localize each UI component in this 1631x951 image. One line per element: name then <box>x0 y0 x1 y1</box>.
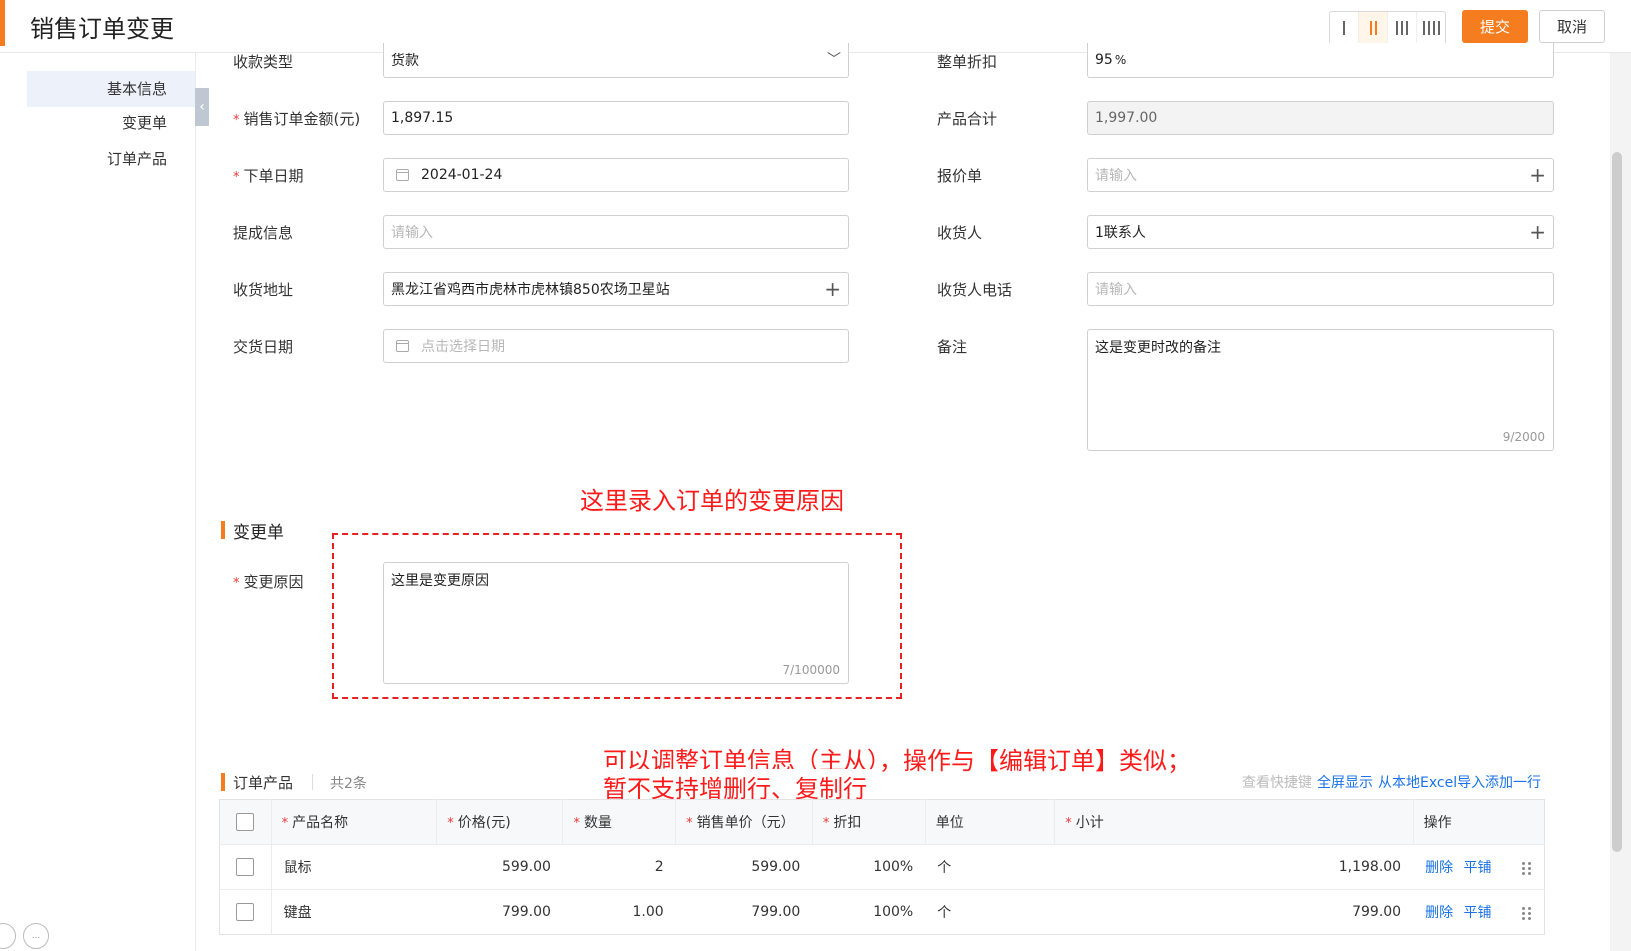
delete-row-link[interactable]: 删除 <box>1425 905 1453 921</box>
layout-4-column-button[interactable] <box>1417 12 1445 44</box>
layout-1-column-button[interactable] <box>1330 12 1359 44</box>
tile-row-link[interactable]: 平铺 <box>1464 905 1492 921</box>
consignee-input[interactable]: 1联系人 + <box>1087 215 1554 249</box>
unit-price-cell[interactable]: 599.00 <box>675 844 813 890</box>
order-amount-label: * 销售订单金额(元) <box>233 110 361 128</box>
consignee-phone-label: 收货人电话 <box>937 281 1013 299</box>
commission-input[interactable]: 请输入 <box>383 215 849 249</box>
consignee-label: 收货人 <box>937 224 983 242</box>
product-name-cell[interactable]: 鼠标 <box>271 844 437 890</box>
table-header-row: * 产品名称 * 价格(元) * 数量 * 销售单价（元） * 折扣 单位 * 小计 操作 <box>219 799 1545 845</box>
column-header: 单位 <box>935 815 964 831</box>
annotation-highlight-box <box>332 533 902 699</box>
column-header: 销售单价（元） <box>696 815 795 831</box>
unit-cell[interactable]: 个 <box>925 889 1055 935</box>
quantity-cell[interactable]: 2 <box>562 844 676 890</box>
more-options-button[interactable]: ... <box>23 923 49 949</box>
ship-address-input[interactable]: 黑龙江省鸡西市虎林市虎林镇850农场卫星站 + <box>383 272 849 306</box>
consignee-phone-input[interactable]: 请输入 <box>1087 272 1554 306</box>
sidebar-item-change-order[interactable]: 变更单 <box>27 105 195 141</box>
remark-textarea[interactable]: 这是变更时改的备注 9/2000 <box>1087 329 1554 451</box>
select-all-checkbox[interactable] <box>236 813 255 831</box>
scrollbar-thumb[interactable] <box>1612 152 1622 852</box>
remark-label: 备注 <box>937 338 968 356</box>
layout-3-column-button[interactable] <box>1388 12 1417 44</box>
subtotal-cell: 1,198.00 <box>1054 844 1414 890</box>
divider <box>312 774 313 790</box>
discount-input[interactable]: 95% <box>1087 43 1554 78</box>
cancel-button[interactable]: 取消 <box>1539 10 1605 43</box>
price-cell[interactable]: 799.00 <box>436 889 563 935</box>
column-header: 数量 <box>583 815 612 831</box>
delivery-date-label: 交货日期 <box>233 338 294 356</box>
delete-row-link[interactable]: 删除 <box>1425 860 1453 876</box>
calendar-icon <box>396 169 409 181</box>
add-row-link[interactable]: 添加一行 <box>1485 772 1541 792</box>
payment-type-value: 货款 <box>391 53 419 69</box>
column-header: 小计 <box>1075 815 1104 831</box>
column-header: 操作 <box>1423 815 1452 831</box>
discount-cell[interactable]: 100% <box>812 844 926 890</box>
sidebar-item-order-products[interactable]: 订单产品 <box>27 141 195 177</box>
fullscreen-link[interactable]: 全屏显示 <box>1317 772 1373 792</box>
submit-button[interactable]: 提交 <box>1462 10 1528 43</box>
excel-import-link[interactable]: 从本地Excel导入 <box>1378 772 1485 792</box>
calendar-icon <box>396 340 409 352</box>
payment-type-label: 收款类型 <box>233 53 294 71</box>
products-table: * 产品名称 * 价格(元) * 数量 * 销售单价（元） * 折扣 单位 * 小计 操作 … <box>219 799 1545 935</box>
products-count: 共2条 <box>330 776 367 792</box>
quantity-cell[interactable]: 1.00 <box>562 889 676 935</box>
product-name-cell[interactable]: 键盘 <box>271 889 437 935</box>
price-cell[interactable]: 599.00 <box>436 844 563 890</box>
layout-2-column-button[interactable] <box>1359 12 1388 44</box>
drag-handle-icon[interactable] <box>1522 861 1532 875</box>
delivery-date-picker[interactable]: 点击选择日期 <box>383 329 849 363</box>
chevron-down-icon: ﹀ <box>827 52 841 68</box>
add-icon[interactable]: + <box>824 279 841 299</box>
order-date-label: * 下单日期 <box>233 167 304 185</box>
chevron-left-icon: ‹ <box>199 99 205 115</box>
column-header: 产品名称 <box>292 815 349 831</box>
sidebar-collapse-button[interactable]: ‹ <box>195 88 209 126</box>
column-header: 价格(元) <box>457 815 511 831</box>
product-total-field: 1,997.00 <box>1087 101 1554 135</box>
add-icon[interactable]: + <box>1529 222 1546 242</box>
products-section-title: 订单产品 <box>233 774 294 792</box>
change-reason-label: * 变更原因 <box>233 573 304 591</box>
subtotal-cell: 799.00 <box>1054 889 1414 935</box>
sidebar: 基本信息 变更单 订单产品 <box>0 53 196 951</box>
table-row: 键盘 799.00 1.00 799.00 100% 个 799.00 删除 平… <box>219 889 1545 935</box>
page-title: 销售订单变更 <box>30 15 174 43</box>
shortcut-keys-link[interactable]: 查看快捷键 <box>1242 772 1312 792</box>
table-row: 鼠标 599.00 2 599.00 100% 个 1,198.00 删除 平铺 <box>219 844 1545 890</box>
change-section-title: 变更单 <box>233 523 284 543</box>
payment-type-select[interactable]: 货款 ﹀ <box>383 43 849 78</box>
column-header: 折扣 <box>833 815 862 831</box>
order-amount-input[interactable]: 1,897.15 <box>383 101 849 135</box>
unit-price-cell[interactable]: 799.00 <box>675 889 813 935</box>
sidebar-item-basic-info[interactable]: 基本信息 <box>27 71 195 107</box>
column-layout-switcher <box>1329 11 1446 45</box>
row-checkbox[interactable] <box>236 858 255 876</box>
ship-address-label: 收货地址 <box>233 281 294 299</box>
section-accent-bar <box>221 773 225 791</box>
add-icon[interactable]: + <box>1529 165 1546 185</box>
section-accent-bar <box>221 521 225 539</box>
commission-label: 提成信息 <box>233 224 294 242</box>
quote-label: 报价单 <box>937 167 983 185</box>
discount-cell[interactable]: 100% <box>812 889 926 935</box>
drag-handle-icon[interactable] <box>1522 906 1532 920</box>
row-checkbox[interactable] <box>236 903 255 921</box>
discount-label: 整单折扣 <box>937 53 998 71</box>
unit-cell[interactable]: 个 <box>925 844 1055 890</box>
header-accent-bar <box>0 0 5 46</box>
tile-row-link[interactable]: 平铺 <box>1464 860 1492 876</box>
order-date-picker[interactable]: 2024-01-24 <box>383 158 849 192</box>
product-total-label: 产品合计 <box>937 110 998 128</box>
remark-char-counter: 9/2000 <box>1502 430 1545 444</box>
quote-input[interactable]: 请输入 + <box>1087 158 1554 192</box>
annotation-change-reason: 这里录入订单的变更原因 <box>580 487 844 515</box>
